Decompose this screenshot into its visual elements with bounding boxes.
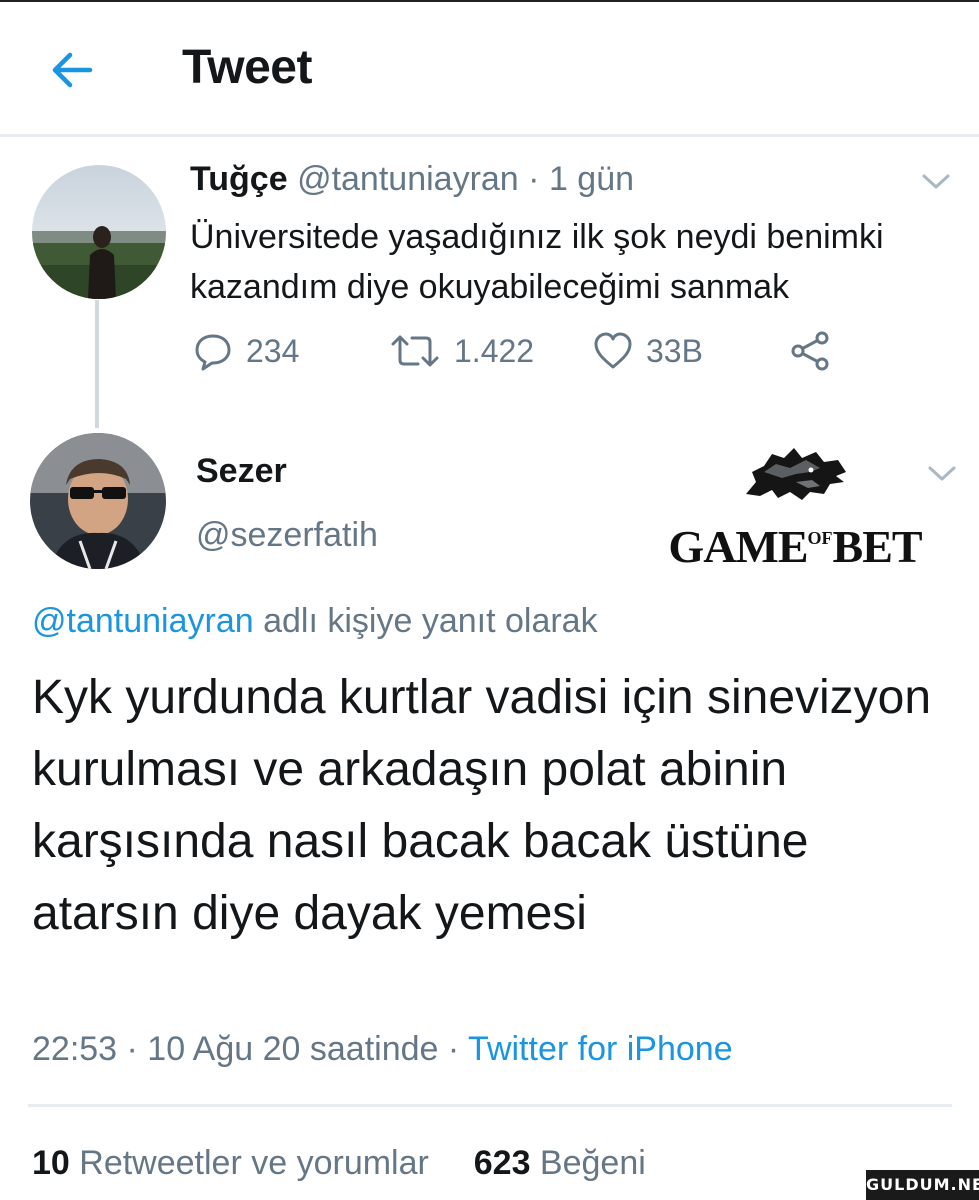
reply-action[interactable]: 234: [192, 330, 299, 372]
page-title: Tweet: [182, 41, 312, 94]
like-count: 33B: [646, 332, 703, 369]
avatar-main[interactable]: [30, 433, 166, 569]
game-of-bet-wordmark: GAMEOFBET: [668, 521, 922, 572]
reply-to-label: adlı kişiye yanıt olarak: [253, 602, 598, 640]
wolf-head-icon: [746, 448, 846, 500]
arrow-left-icon[interactable]: [44, 42, 100, 98]
retweet-count: 1.422: [454, 332, 535, 369]
watermark: GULDUM.NET: [866, 1170, 979, 1200]
reply-count: 234: [246, 332, 300, 369]
tweet-source-link[interactable]: Twitter for iPhone: [468, 1030, 733, 1068]
game-of-bet-logo: GAMEOFBET: [660, 442, 930, 572]
share-action[interactable]: [788, 330, 832, 372]
like-action[interactable]: 33B: [592, 330, 703, 372]
share-icon: [791, 331, 829, 371]
retweet-action[interactable]: 1.422: [388, 330, 534, 372]
chevron-down-icon[interactable]: [922, 458, 962, 488]
tweet-meta: 22:53 · 10 Ağu 20 saatinde · Twitter for…: [32, 1030, 733, 1069]
parent-author-name[interactable]: Tuğçe: [190, 160, 288, 198]
likes-stat-count: 623: [473, 1144, 531, 1182]
retweet-icon: [391, 335, 439, 367]
main-tweet-text: Kyk yurdunda kurtlar vadisi için sineviz…: [32, 671, 932, 940]
comment-icon: [195, 334, 231, 371]
likes-stat-label: Beğeni: [530, 1144, 646, 1182]
app-header: Tweet: [0, 2, 979, 137]
retweets-stat-label: Retweetler ve yorumlar: [69, 1144, 429, 1182]
retweets-stat-count: 10: [32, 1144, 70, 1182]
tweet-stats: 10 Retweetler ve yorumlar 623 Beğeni: [32, 1144, 646, 1183]
thread-connector: [95, 300, 99, 428]
replying-to: @tantuniayran adlı kişiye yanıt olarak: [32, 602, 598, 641]
parent-tweet-text: Üniversitede yaşadığınız ilk şok neydi b…: [190, 218, 884, 306]
heart-icon: [594, 332, 632, 369]
reply-to-handle-link[interactable]: @tantuniayran: [32, 602, 254, 640]
parent-tweet-header: Tuğçe @tantuniayran · 1 gün: [190, 160, 634, 199]
chevron-down-icon[interactable]: [916, 166, 956, 196]
main-author-handle[interactable]: @sezerfatih: [196, 516, 378, 555]
tweet-timestamp: 22:53 · 10 Ağu 20 saatinde ·: [32, 1030, 469, 1068]
parent-author-handle[interactable]: @tantuniayran: [297, 160, 519, 198]
avatar-parent[interactable]: [32, 165, 166, 299]
parent-tweet-time: · 1 gün: [528, 160, 635, 198]
retweets-stat[interactable]: 10 Retweetler ve yorumlar: [32, 1144, 429, 1182]
divider: [28, 1104, 952, 1107]
main-author-name[interactable]: Sezer: [196, 452, 287, 491]
likes-stat[interactable]: 623 Beğeni: [474, 1144, 646, 1182]
